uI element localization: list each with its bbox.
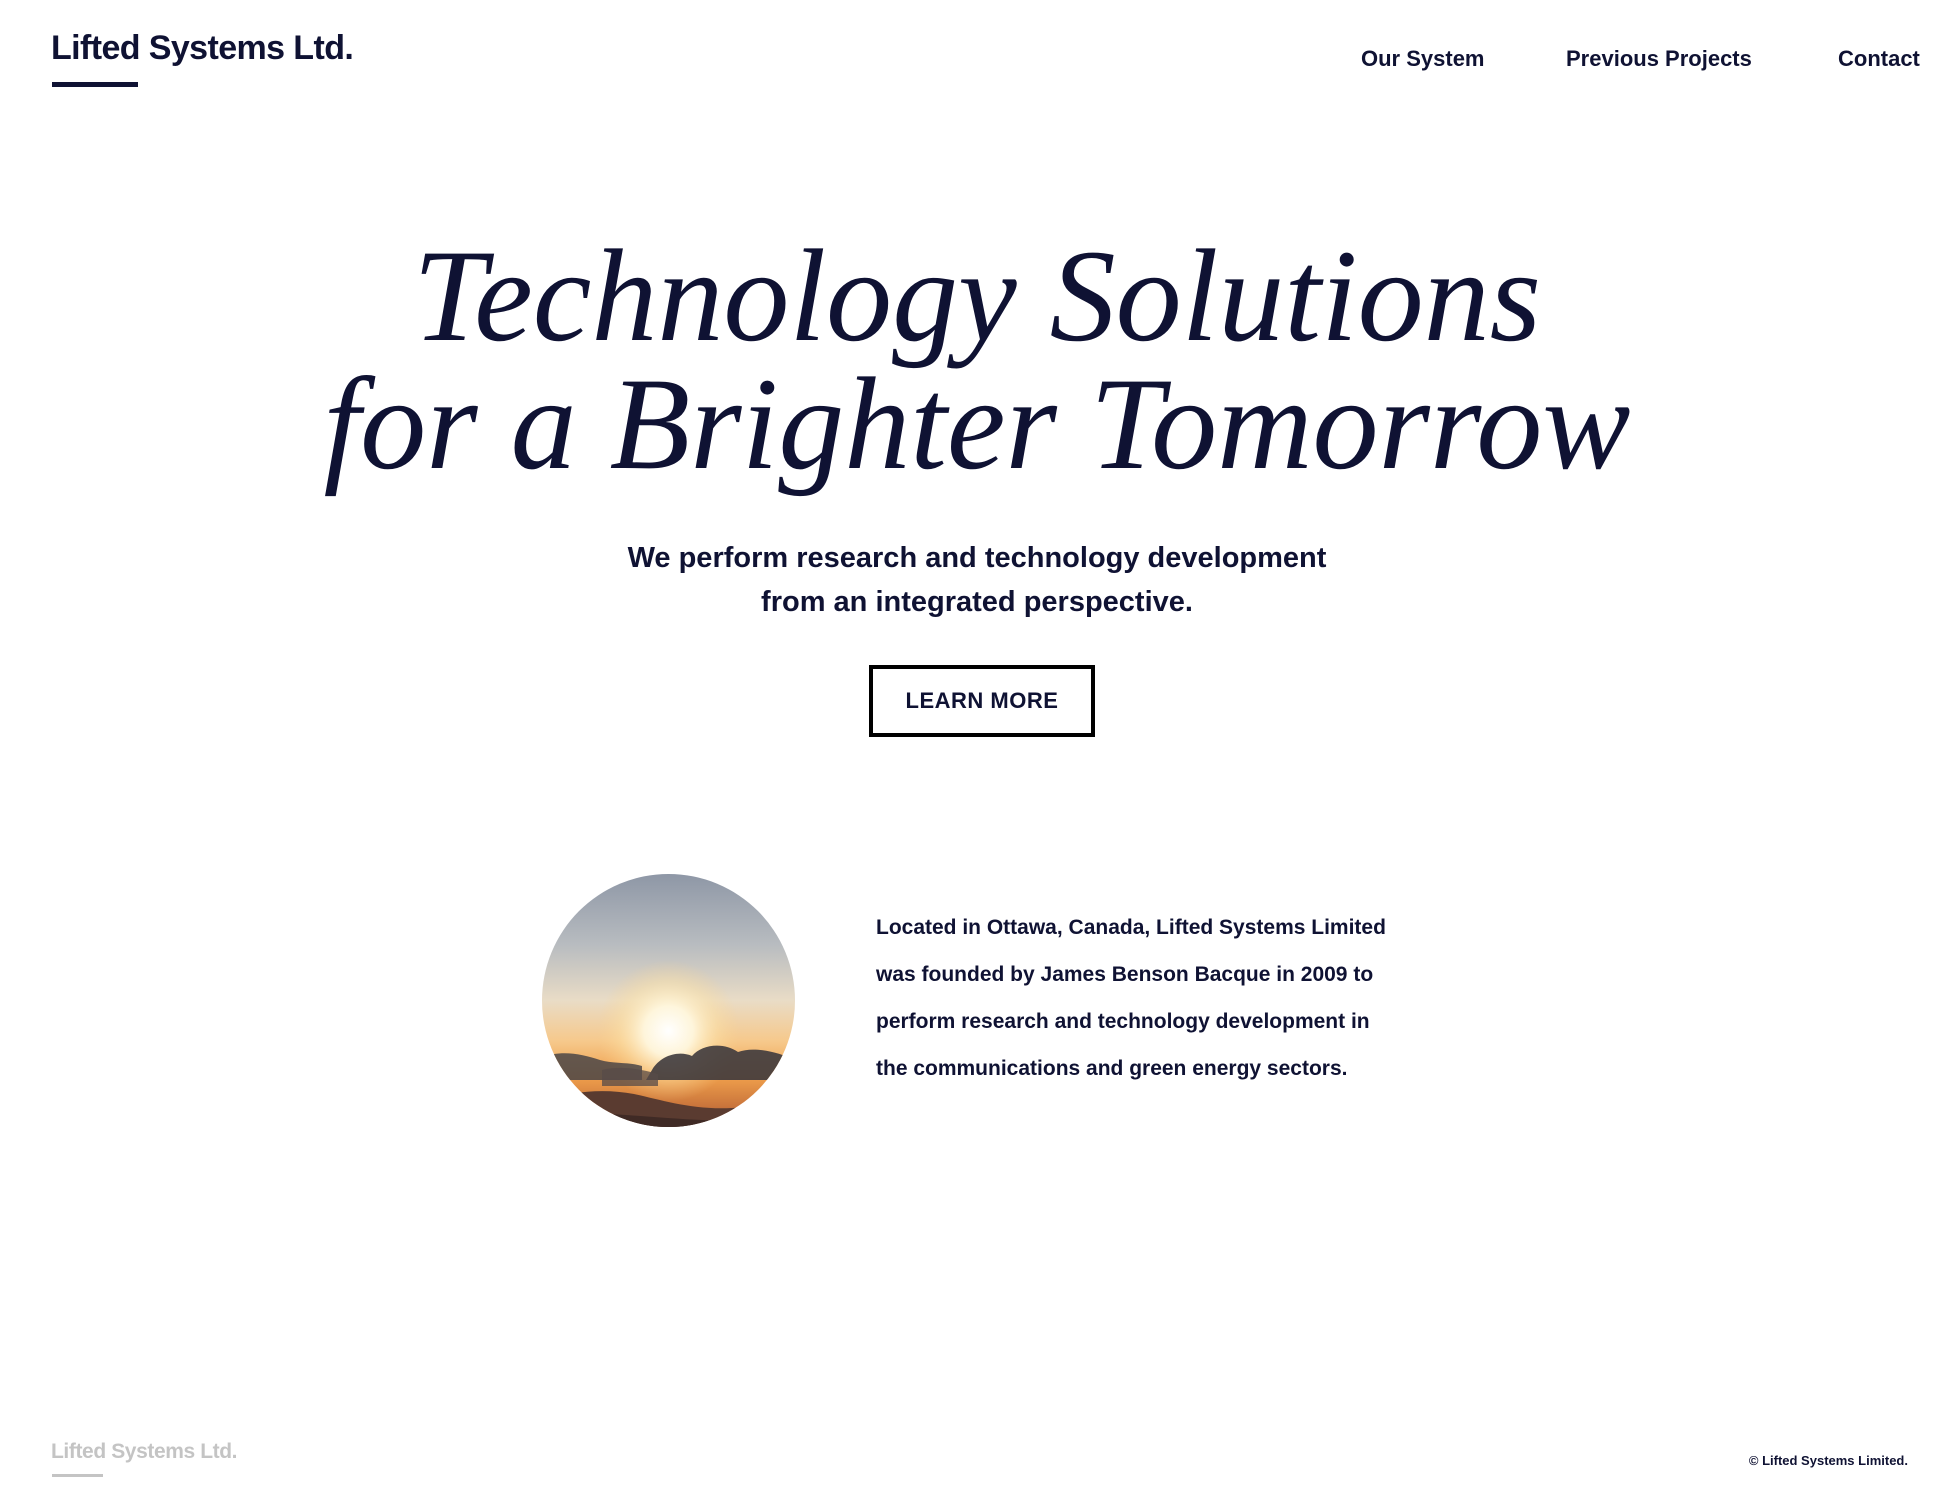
footer-logo[interactable]: Lifted Systems Ltd. [51,1440,238,1477]
hero-title-line-1: Technology Solutions [412,222,1542,369]
footer-logo-text: Lifted Systems Ltd. [51,1440,238,1463]
hero-subtitle-line-1: We perform research and technology devel… [627,542,1327,574]
hero-subtitle-line-2: from an integrated perspective. [761,586,1193,618]
about-line: perform research and technology developm… [876,1010,1370,1033]
learn-more-button[interactable]: LEARN MORE [869,665,1095,737]
hero-subtitle: We perform research and technology devel… [0,536,1954,624]
logo-underline [52,82,138,87]
about-paragraph: Located in Ottawa, Canada, Lifted System… [876,904,1436,1092]
hero-title: Technology Solutions for a Brighter Tomo… [0,222,1954,497]
sunset-photo [542,874,795,1127]
hero-title-line-2: for a Brighter Tomorrow [323,350,1631,497]
about-line: Located in Ottawa, Canada, Lifted System… [876,916,1386,939]
nav-contact[interactable]: Contact [1838,44,1920,74]
nav-previous-projects[interactable]: Previous Projects [1566,44,1752,74]
nav-our-system[interactable]: Our System [1361,44,1485,74]
about-line: the communications and green energy sect… [876,1057,1348,1080]
main-nav: Our System Previous Projects Contact [0,44,1954,80]
about-line: was founded by James Benson Bacque in 20… [876,963,1374,986]
copyright-text: © Lifted Systems Limited. [1748,1453,1908,1468]
footer-logo-underline [52,1474,103,1477]
